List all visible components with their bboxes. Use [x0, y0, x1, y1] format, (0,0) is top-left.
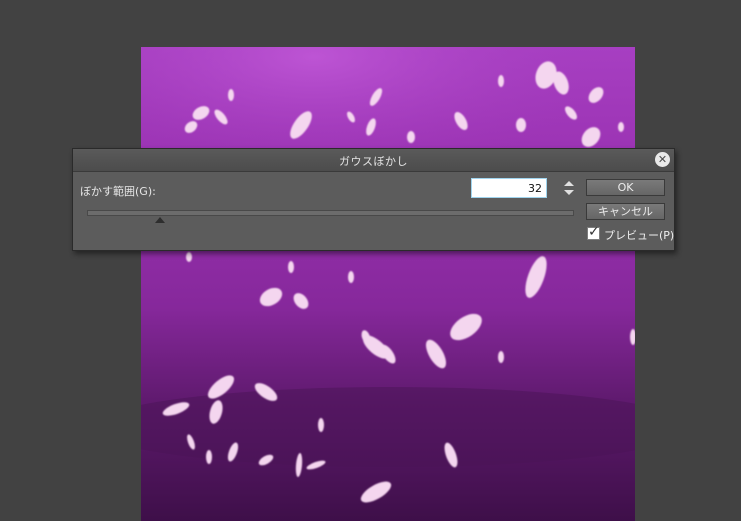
value-spinner[interactable] — [563, 180, 575, 198]
slider-thumb-icon[interactable] — [155, 217, 165, 223]
ok-button[interactable]: OK — [586, 179, 665, 196]
spin-down-icon[interactable] — [564, 190, 574, 195]
cancel-button[interactable]: キャンセル — [586, 203, 665, 220]
preview-label: プレビュー(P) — [604, 229, 675, 242]
gaussian-blur-dialog: ガウスぼかし ✕ ぼかす範囲(G): OK キャンセル ✓ プレビュー(P) — [72, 148, 675, 251]
checkmark-icon: ✓ — [588, 224, 600, 240]
dialog-title: ガウスぼかし — [339, 155, 408, 168]
blur-range-slider[interactable] — [87, 210, 574, 216]
close-icon[interactable]: ✕ — [655, 152, 670, 167]
image-canvas[interactable] — [141, 47, 635, 521]
blur-range-input[interactable] — [471, 178, 547, 198]
blur-settings-panel: ぼかす範囲(G): — [74, 173, 582, 247]
dialog-titlebar[interactable]: ガウスぼかし ✕ — [73, 149, 674, 172]
purple-petal-artwork — [141, 47, 635, 521]
spin-up-icon[interactable] — [564, 181, 574, 186]
blur-range-label: ぼかす範囲(G): — [80, 185, 156, 198]
preview-checkbox[interactable]: ✓ — [587, 224, 600, 240]
